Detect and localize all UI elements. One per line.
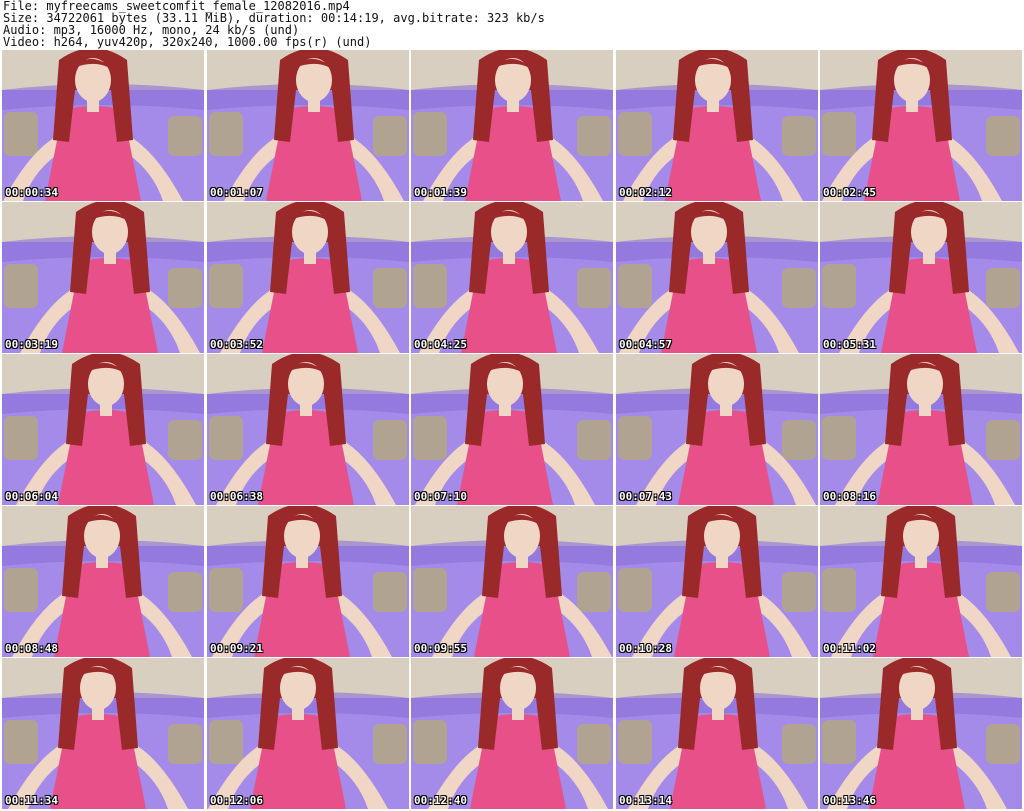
frame-scene (411, 202, 613, 353)
video-thumbnail: 00:01:39 (411, 50, 613, 201)
thumbnail-timestamp: 00:11:34 (5, 794, 58, 807)
frame-scene (207, 658, 409, 809)
video-thumbnail: 00:06:04 (2, 354, 204, 505)
thumbnail-timestamp: 00:03:52 (210, 338, 263, 351)
video-thumbnail: 00:07:10 (411, 354, 613, 505)
thumbnail-timestamp: 00:13:46 (823, 794, 876, 807)
thumbnail-timestamp: 00:02:12 (619, 186, 672, 199)
thumbnail-timestamp: 00:11:02 (823, 642, 876, 655)
frame-scene (616, 506, 818, 657)
frame-scene (616, 354, 818, 505)
video-thumbnail: 00:06:38 (207, 354, 409, 505)
thumbnail-timestamp: 00:01:39 (414, 186, 467, 199)
video-thumbnail: 00:13:46 (820, 658, 1022, 809)
video-thumbnail: 00:01:07 (207, 50, 409, 201)
frame-scene (2, 506, 204, 657)
frame-scene (207, 50, 409, 201)
video-thumbnail: 00:07:43 (616, 354, 818, 505)
frame-scene (207, 506, 409, 657)
video-thumbnail: 00:02:12 (616, 50, 818, 201)
frame-scene (207, 202, 409, 353)
video-thumbnail: 00:09:21 (207, 506, 409, 657)
frame-scene (411, 506, 613, 657)
video-thumbnail: 00:04:57 (616, 202, 818, 353)
thumbnail-timestamp: 00:02:45 (823, 186, 876, 199)
thumbnail-timestamp: 00:01:07 (210, 186, 263, 199)
thumbnail-timestamp: 00:03:19 (5, 338, 58, 351)
frame-scene (820, 202, 1022, 353)
video-thumbnail: 00:13:14 (616, 658, 818, 809)
video-thumbnail: 00:03:52 (207, 202, 409, 353)
video-thumbnail: 00:09:55 (411, 506, 613, 657)
frame-scene (2, 50, 204, 201)
thumbnail-timestamp: 00:08:16 (823, 490, 876, 503)
thumbnail-timestamp: 00:13:14 (619, 794, 672, 807)
frame-scene (411, 658, 613, 809)
frame-scene (616, 658, 818, 809)
video-info-line: Video: h264, yuv420p, 320x240, 1000.00 f… (3, 35, 372, 49)
thumbnail-timestamp: 00:06:38 (210, 490, 263, 503)
frame-scene (820, 658, 1022, 809)
thumbnail-timestamp: 00:00:34 (5, 186, 58, 199)
video-thumbnail: 00:03:19 (2, 202, 204, 353)
video-thumbnail: 00:12:06 (207, 658, 409, 809)
video-thumbnail: 00:11:02 (820, 506, 1022, 657)
video-thumbnail: 00:10:28 (616, 506, 818, 657)
frame-scene (820, 354, 1022, 505)
video-thumbnail: 00:05:31 (820, 202, 1022, 353)
thumbnail-timestamp: 00:08:48 (5, 642, 58, 655)
video-thumbnail: 00:11:34 (2, 658, 204, 809)
video-thumbnail: 00:00:34 (2, 50, 204, 201)
frame-scene (411, 50, 613, 201)
thumbnail-timestamp: 00:06:04 (5, 490, 58, 503)
frame-scene (2, 354, 204, 505)
video-thumbnail: 00:04:25 (411, 202, 613, 353)
thumbnail-timestamp: 00:09:21 (210, 642, 263, 655)
frame-scene (820, 506, 1022, 657)
frame-scene (616, 202, 818, 353)
thumbnail-timestamp: 00:05:31 (823, 338, 876, 351)
thumbnail-grid: 00:00:34 00:01:07 00:01:39 00:02:12 00:02:45… (2, 50, 1023, 810)
file-info-header: File: myfreecams_sweetcomfit_female_1208… (3, 0, 1021, 48)
video-thumbnail: 00:08:16 (820, 354, 1022, 505)
frame-scene (411, 354, 613, 505)
thumbnail-timestamp: 00:07:43 (619, 490, 672, 503)
video-thumbnail: 00:02:45 (820, 50, 1022, 201)
thumbnail-timestamp: 00:12:06 (210, 794, 263, 807)
frame-scene (207, 354, 409, 505)
thumbnail-timestamp: 00:04:57 (619, 338, 672, 351)
thumbnail-timestamp: 00:10:28 (619, 642, 672, 655)
frame-scene (616, 50, 818, 201)
frame-scene (2, 658, 204, 809)
video-thumbnail: 00:12:40 (411, 658, 613, 809)
thumbnail-timestamp: 00:07:10 (414, 490, 467, 503)
frame-scene (820, 50, 1022, 201)
video-thumbnail: 00:08:48 (2, 506, 204, 657)
frame-scene (2, 202, 204, 353)
thumbnail-timestamp: 00:04:25 (414, 338, 467, 351)
thumbnail-timestamp: 00:12:40 (414, 794, 467, 807)
thumbnail-timestamp: 00:09:55 (414, 642, 467, 655)
